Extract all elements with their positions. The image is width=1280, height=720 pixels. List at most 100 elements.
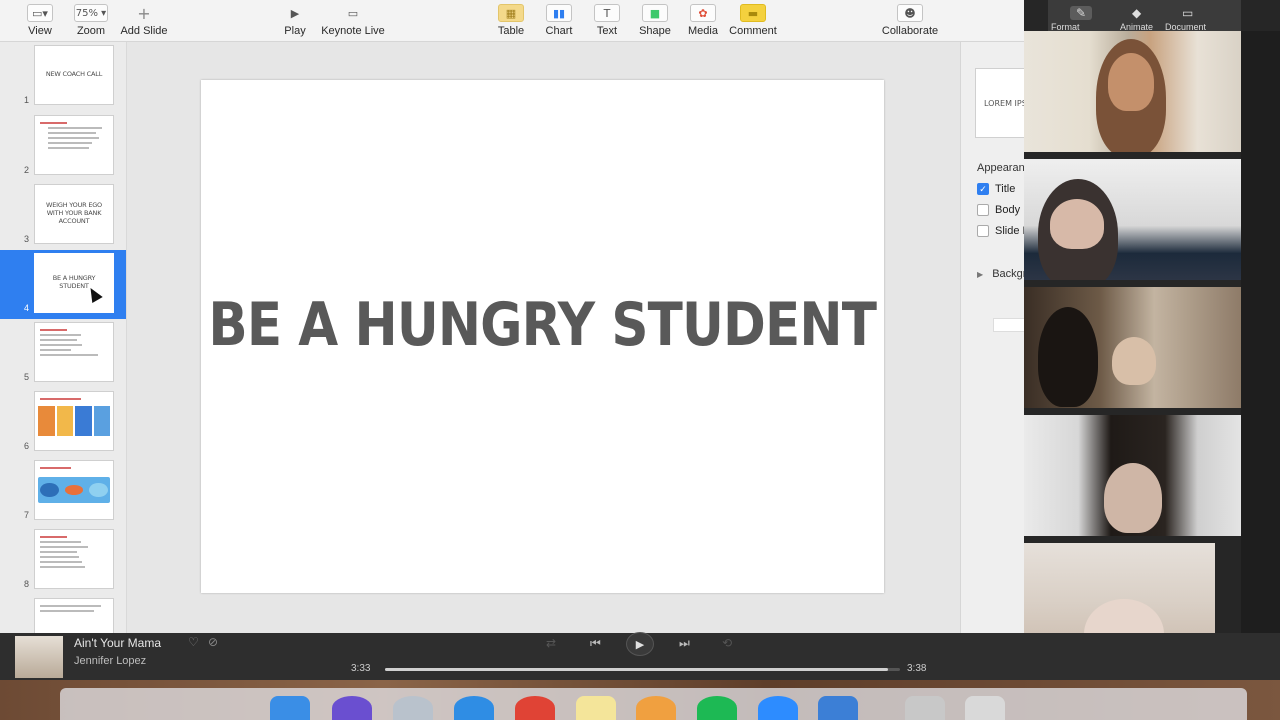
keynote-icon[interactable] [818, 696, 858, 720]
music-player: Ain't Your Mama Jennifer Lopez ♡ ⊘ ⇄ ⏮ ▶… [0, 632, 1280, 680]
spotify-icon[interactable] [697, 696, 737, 720]
comment-button[interactable]: ▬ Comment [729, 0, 777, 42]
chart-icon: ▮▮ [546, 4, 572, 22]
previous-track-icon[interactable]: ⏮ [590, 636, 601, 651]
video-participant-3[interactable] [1024, 287, 1241, 408]
background-label: Backgr [992, 268, 1024, 280]
slide-canvas[interactable]: BE A HUNGRY STUDENT [127, 42, 960, 633]
slide-thumbnail[interactable] [34, 322, 114, 382]
document-icon[interactable]: ▭ [1182, 6, 1193, 20]
background-fill-field[interactable] [993, 318, 1024, 332]
video-call-panel: ✎ ◆ ▭ Format Animate Document [1024, 0, 1280, 664]
slide-layout-preview[interactable]: LOREM IPSUM [975, 68, 1024, 138]
nav-slide-9-partial[interactable] [0, 595, 126, 633]
notes-icon[interactable] [576, 696, 616, 720]
view-button[interactable]: ▭▾ View [24, 0, 56, 42]
keynote-live-icon: ▭ [347, 6, 359, 20]
thumbnail-text-lines [40, 329, 108, 359]
play-label: Play [284, 25, 306, 37]
siri-icon[interactable] [332, 696, 372, 720]
slide-thumbnail[interactable]: BE A HUNGRY STUDENT [34, 253, 114, 313]
current-slide[interactable]: BE A HUNGRY STUDENT [201, 80, 884, 593]
preview-icon[interactable] [905, 696, 945, 720]
safari-icon[interactable] [454, 696, 494, 720]
slide-number-option-label: Slide N [995, 225, 1024, 237]
nav-slide-6[interactable]: 6 [0, 388, 126, 457]
shuffle-icon[interactable]: ⇄ [546, 636, 556, 650]
nav-slide-8[interactable]: 8 [0, 526, 126, 595]
video-participant-2[interactable] [1024, 159, 1241, 280]
slide-number: 4 [24, 303, 30, 313]
slide-thumbnail[interactable] [34, 115, 114, 175]
slide-thumbnail[interactable] [34, 460, 114, 520]
shape-label: Shape [639, 25, 671, 37]
nav-slide-2[interactable]: 2 [0, 112, 126, 181]
play-pause-button[interactable]: ▶ [626, 632, 654, 656]
heart-icon[interactable]: ♡ [188, 635, 199, 649]
nav-slide-7[interactable]: 7 [0, 457, 126, 526]
repeat-icon[interactable]: ⟲ [722, 636, 732, 650]
layout-preview-text: LOREM IPSUM [984, 99, 1024, 108]
chart-label: Chart [545, 25, 573, 37]
participant-face [1112, 337, 1156, 385]
chart-button[interactable]: ▮▮ Chart [544, 0, 574, 42]
dog-figure [1038, 307, 1098, 407]
slide-number: 1 [24, 95, 30, 105]
next-track-icon[interactable]: ⏭ [679, 636, 690, 651]
zoom-button[interactable]: 75% ▾ Zoom [74, 0, 108, 42]
launchpad-icon[interactable] [393, 696, 433, 720]
nav-slide-1[interactable]: NEW COACH CALL 1 [0, 42, 126, 111]
disclosure-triangle-icon[interactable]: ▶ [977, 270, 983, 279]
slide-thumbnail[interactable]: WEIGH YOUR EGO WITH YOUR BANK ACCOUNT [34, 184, 114, 244]
media-label: Media [688, 25, 718, 37]
table-button[interactable]: ▦ Table [496, 0, 526, 42]
nav-slide-3[interactable]: WEIGH YOUR EGO WITH YOUR BANK ACCOUNT 3 [0, 181, 126, 250]
slide-navigator[interactable]: NEW COACH CALL 1 2 WEIGH YOUR EGO WITH Y… [0, 42, 127, 633]
album-art[interactable] [15, 636, 63, 678]
slide-thumbnail[interactable] [34, 598, 114, 633]
zoom-app-icon[interactable] [758, 696, 798, 720]
collaborate-icon: ☻ [897, 4, 923, 22]
shape-button[interactable]: ■ Shape [639, 0, 671, 42]
add-slide-button[interactable]: + Add Slide [120, 0, 167, 42]
format-brush-icon[interactable]: ✎ [1070, 6, 1093, 20]
track-progress-bar[interactable] [385, 668, 900, 671]
video-participant-4[interactable] [1024, 415, 1241, 536]
inspector-tabs: ✎ ◆ ▭ Format Animate Document [1048, 0, 1241, 32]
nav-slide-5[interactable]: 5 [0, 319, 126, 388]
slide-number: 8 [24, 579, 30, 589]
video-participant-1[interactable] [1024, 31, 1241, 152]
body-checkbox-row[interactable]: Body [977, 204, 1020, 216]
collaborate-label: Collaborate [881, 25, 939, 37]
dislike-icon[interactable]: ⊘ [208, 635, 218, 649]
shape-icon: ■ [642, 4, 668, 22]
text-icon: T [594, 4, 620, 22]
photos-icon[interactable] [636, 696, 676, 720]
keynote-live-button[interactable]: ▭ Keynote Live [321, 0, 385, 42]
slide-thumbnail[interactable] [34, 391, 114, 451]
slide-thumbnail[interactable] [34, 529, 114, 589]
media-button[interactable]: ✿ Media [687, 0, 719, 42]
trash-icon[interactable] [965, 696, 1005, 720]
nav-slide-4[interactable]: BE A HUNGRY STUDENT 4 [0, 250, 126, 319]
slide-thumbnail[interactable]: NEW COACH CALL [34, 45, 114, 105]
animate-diamond-icon[interactable]: ◆ [1132, 6, 1141, 20]
slide-number-checkbox-row[interactable]: Slide N [977, 225, 1024, 237]
slide-title[interactable]: BE A HUNGRY STUDENT [209, 290, 878, 360]
background-section[interactable]: ▶ Backgr [977, 268, 1024, 280]
thumbnail-text-lines [40, 605, 108, 615]
play-icon: ▶ [290, 6, 300, 20]
finder-icon[interactable] [270, 696, 310, 720]
collaborate-button[interactable]: ☻ Collaborate [882, 0, 938, 42]
checkmark-icon[interactable]: ✓ [977, 183, 989, 195]
thumbnail-diagram [38, 477, 110, 503]
slide-number: 2 [24, 165, 30, 175]
zoom-select[interactable]: 75% ▾ [74, 4, 108, 22]
body-checkbox[interactable] [977, 204, 989, 216]
table-icon: ▦ [498, 4, 524, 22]
text-button[interactable]: T Text [592, 0, 622, 42]
play-button[interactable]: ▶ Play [280, 0, 310, 42]
slide-number-checkbox[interactable] [977, 225, 989, 237]
chrome-icon[interactable] [515, 696, 555, 720]
title-checkbox-row[interactable]: ✓ Title [977, 183, 1015, 195]
